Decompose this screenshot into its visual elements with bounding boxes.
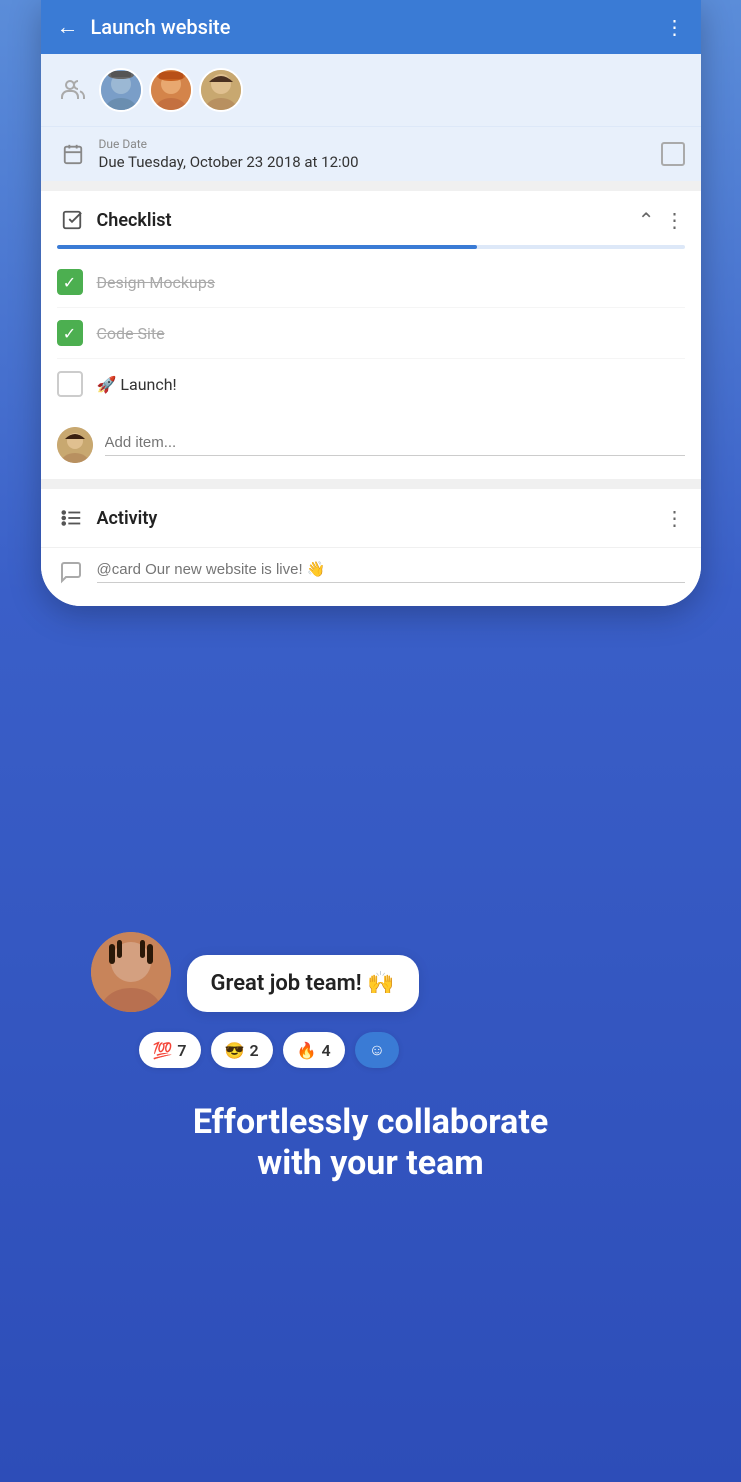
comment-input[interactable] [97,561,685,583]
checklist-item-text: Design Mockups [97,273,216,292]
tagline-line1: Effortlessly collaborate [193,1102,548,1143]
reaction-emoji-100: 💯 [153,1041,173,1060]
reaction-fire[interactable]: 🔥 4 [283,1032,345,1068]
checklist-item-text: Code Site [97,324,165,343]
tagline: Effortlessly collaborate with your team [133,1102,608,1184]
phone-mockup: ← Launch website ⋮ [41,0,701,606]
calendar-icon [57,138,89,170]
due-date-value: Due Tuesday, October 23 2018 at 12:00 [99,153,661,171]
avatar-member-1[interactable] [99,68,143,112]
checklist-icon [57,205,87,235]
reaction-count-cool: 2 [249,1041,258,1060]
bottom-section: Great job team! 🙌 💯 7 😎 2 🔥 4 ☺ Effortle… [0,902,741,1482]
activity-icon [57,503,87,533]
checklist-more-button[interactable]: ⋮ [665,208,685,232]
add-item-input[interactable] [105,434,685,456]
due-date-content: Due Date Due Tuesday, October 23 2018 at… [99,137,661,171]
chat-bubble: Great job team! 🙌 [187,955,419,1012]
chat-message-text: Great job team! 🙌 [211,971,395,996]
check-icon: ✓ [63,273,76,292]
comment-icon [57,558,85,586]
members-row [41,54,701,126]
checklist-actions: ⌃ ⋮ [638,208,685,232]
header-bar: ← Launch website ⋮ [41,0,701,54]
activity-more-button[interactable]: ⋮ [665,506,685,530]
due-date-checkbox[interactable] [661,142,685,166]
check-icon: ✓ [63,324,76,343]
reaction-emoji-fire: 🔥 [297,1041,317,1060]
section-divider-1 [41,181,701,191]
checklist-item: ✓ Code Site [57,308,685,359]
reaction-emoji-cool: 😎 [225,1041,245,1060]
add-reaction-button[interactable]: ☺ [355,1032,399,1068]
comment-row [41,547,701,606]
checklist-item: ✓ Design Mockups [57,257,685,308]
add-item-row [41,417,701,479]
checkbox-launch[interactable] [57,371,83,397]
page-title: Launch website [91,15,665,39]
checklist-items: ✓ Design Mockups ✓ Code Site 🚀 Launch! [41,249,701,417]
avatar-member-3[interactable] [199,68,243,112]
section-divider-2 [41,479,701,489]
chat-row: Great job team! 🙌 [91,932,651,1012]
reactions-row: 💯 7 😎 2 🔥 4 ☺ [139,1032,699,1068]
add-reaction-icon: ☺ [369,1040,385,1060]
reaction-count-fire: 4 [322,1041,331,1060]
reaction-cool[interactable]: 😎 2 [211,1032,273,1068]
checklist-collapse-button[interactable]: ⌃ [638,208,655,232]
checkbox-code-site[interactable]: ✓ [57,320,83,346]
reaction-count-100: 7 [177,1041,186,1060]
checkbox-design-mockups[interactable]: ✓ [57,269,83,295]
member-avatars-list [99,68,243,112]
chat-avatar [91,932,171,1012]
checklist-item: 🚀 Launch! [57,359,685,409]
tagline-line2: with your team [193,1143,548,1184]
back-button[interactable]: ← [57,14,79,40]
reaction-100[interactable]: 💯 7 [139,1032,201,1068]
checklist-header: Checklist ⌃ ⋮ [41,191,701,235]
due-date-row: Due Date Due Tuesday, October 23 2018 at… [41,126,701,181]
checklist-item-text: 🚀 Launch! [97,375,177,394]
activity-header: Activity ⋮ [41,489,701,547]
due-date-label: Due Date [99,137,661,151]
checklist-title: Checklist [97,210,638,231]
add-item-avatar [57,427,93,463]
activity-title: Activity [97,508,665,529]
members-icon [57,74,89,106]
avatar-member-2[interactable] [149,68,193,112]
more-menu-button[interactable]: ⋮ [665,15,685,39]
